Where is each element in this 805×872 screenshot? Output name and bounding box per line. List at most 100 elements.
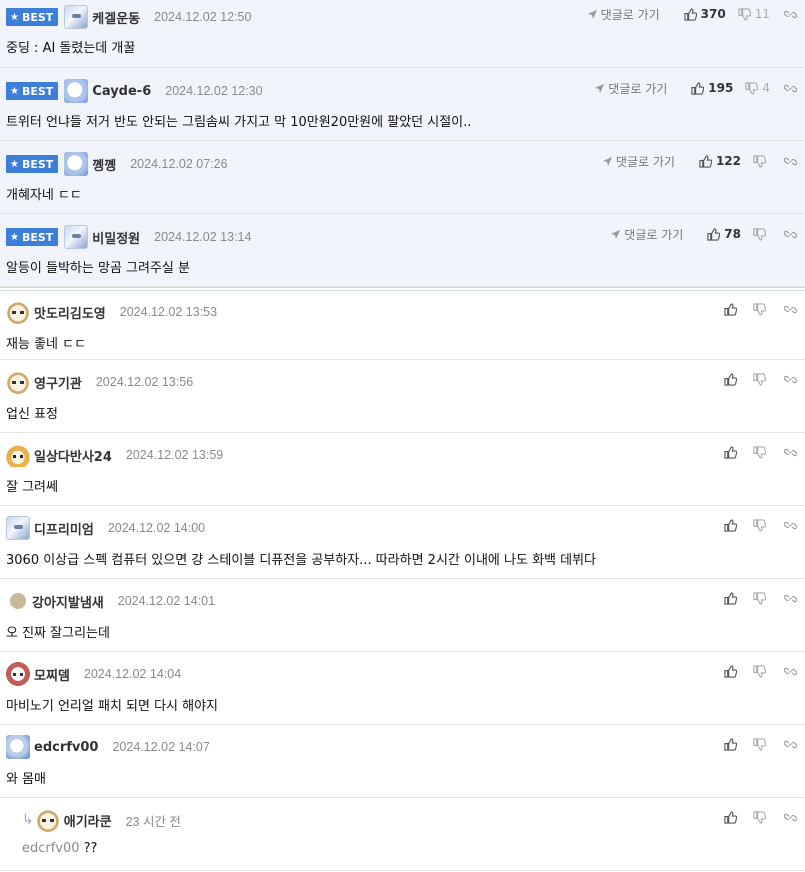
- fox-avatar[interactable]: [6, 443, 30, 467]
- comment-nickname[interactable]: 영구기관: [34, 373, 82, 392]
- share-link-button[interactable]: [784, 303, 797, 316]
- comment-text: 오 진짜 잘그리는데: [6, 626, 110, 641]
- goto-comment-link[interactable]: 댓글로 가기: [594, 80, 667, 97]
- comment-header: ★ BEST 케겔운동 2024.12.02 12:50: [6, 4, 251, 30]
- navigate-arrow-icon: [611, 229, 621, 239]
- comment-nickname[interactable]: 일상다반사24: [34, 446, 112, 465]
- link-icon: [784, 740, 797, 748]
- robot-avatar[interactable]: [64, 5, 89, 29]
- share-link-button[interactable]: [784, 155, 797, 168]
- upvote-button[interactable]: 122: [699, 154, 741, 168]
- comment-nickname[interactable]: 애기라쿤: [64, 811, 112, 830]
- upvote-button[interactable]: [724, 810, 741, 824]
- downvote-button[interactable]: [753, 154, 770, 168]
- link-icon: [784, 594, 797, 602]
- upvote-count: 122: [715, 154, 741, 168]
- downvote-button[interactable]: [753, 372, 770, 386]
- upvote-button[interactable]: [724, 664, 741, 678]
- comment: 디프리미엄 2024.12.02 14:00 3060 이상급 스펙 컴퓨터 있…: [0, 506, 805, 579]
- comment-nickname[interactable]: 강아지발냄새: [32, 592, 104, 611]
- upvote-button[interactable]: [724, 737, 741, 751]
- downvote-button[interactable]: [753, 737, 770, 751]
- goto-comment-link[interactable]: 댓글로 가기: [602, 153, 675, 170]
- share-link-button[interactable]: [784, 738, 797, 751]
- upvote-button[interactable]: 370: [684, 7, 726, 21]
- upvote-button[interactable]: [724, 518, 741, 532]
- star-icon: ★: [10, 85, 19, 97]
- comment-nickname[interactable]: edcrfv00: [34, 740, 98, 755]
- mention-link[interactable]: edcrfv00: [22, 841, 80, 856]
- upvote-button[interactable]: [724, 445, 741, 459]
- comment-nickname[interactable]: 비밀정원: [92, 228, 140, 247]
- downvote-button[interactable]: 4: [745, 81, 770, 95]
- dog-avatar[interactable]: [6, 662, 30, 686]
- puppy-avatar[interactable]: [35, 808, 60, 832]
- comment-text: 잘 그려쎄: [6, 480, 58, 495]
- downvote-button[interactable]: [753, 591, 770, 605]
- comment-actions: [712, 371, 797, 387]
- comment-text: edcrfv00??: [22, 841, 97, 856]
- comment-actions: 댓글로 가기 370 11: [587, 6, 797, 22]
- thumbs-up-icon: [724, 445, 737, 459]
- downvote-button[interactable]: [753, 227, 770, 241]
- downvote-button[interactable]: [753, 810, 770, 824]
- goto-comment-link[interactable]: 댓글로 가기: [587, 6, 660, 23]
- comment-nickname[interactable]: 모찌뎀: [34, 665, 70, 684]
- ghost-avatar[interactable]: [64, 152, 89, 176]
- comment-text: 재능 좋네 ㄷㄷ: [6, 337, 87, 352]
- comment-header: 모찌뎀 2024.12.02 14:04: [6, 661, 181, 687]
- share-link-button[interactable]: [784, 665, 797, 678]
- thumbs-up-icon: [684, 7, 697, 21]
- thumbs-down-icon: [753, 518, 766, 532]
- downvote-button[interactable]: 11: [738, 7, 770, 21]
- comment-date: 2024.12.02 07:26: [130, 157, 228, 171]
- comment-text: 와 몸매: [6, 772, 47, 787]
- comment-date: 2024.12.02 12:50: [154, 10, 252, 24]
- dot-avatar[interactable]: [10, 593, 26, 609]
- thumbs-down-icon: [753, 591, 766, 605]
- comment-header: edcrfv00 2024.12.02 14:07: [6, 734, 210, 760]
- ghost-avatar[interactable]: [64, 79, 89, 103]
- share-link-button[interactable]: [784, 8, 797, 21]
- share-link-button[interactable]: [784, 811, 797, 824]
- blue-avatar[interactable]: [6, 735, 30, 759]
- upvote-button[interactable]: [724, 591, 741, 605]
- upvote-button[interactable]: 78: [707, 227, 741, 241]
- comment-nickname[interactable]: Cayde-6: [92, 84, 151, 99]
- share-link-button[interactable]: [784, 446, 797, 459]
- share-link-button[interactable]: [784, 519, 797, 532]
- downvote-button[interactable]: [753, 518, 770, 532]
- upvote-button[interactable]: [724, 302, 741, 316]
- comment-date: 2024.12.02 13:59: [125, 448, 224, 462]
- robot-avatar[interactable]: [64, 225, 89, 249]
- robot-avatar[interactable]: [6, 516, 30, 540]
- share-link-button[interactable]: [784, 592, 797, 605]
- comment-header: 일상다반사24 2024.12.02 13:59: [6, 442, 223, 468]
- comment-date: 2024.12.02 14:00: [107, 521, 206, 535]
- comment-nickname[interactable]: 케겔운동: [92, 8, 140, 27]
- share-link-button[interactable]: [784, 373, 797, 386]
- puppy-avatar[interactable]: [6, 300, 30, 324]
- downvote-button[interactable]: [753, 445, 770, 459]
- downvote-button[interactable]: [753, 302, 770, 316]
- comment-actions: [712, 736, 797, 752]
- comment-actions: [712, 809, 797, 825]
- star-icon: ★: [10, 231, 19, 243]
- upvote-button[interactable]: 195: [691, 81, 733, 95]
- share-link-button[interactable]: [784, 82, 797, 95]
- comment-nickname[interactable]: 디프리미엄: [34, 519, 94, 538]
- upvote-button[interactable]: [724, 372, 741, 386]
- star-icon: ★: [10, 11, 19, 23]
- share-link-button[interactable]: [784, 228, 797, 241]
- comment-nickname[interactable]: 꼥꼥: [92, 155, 116, 174]
- downvote-count: 4: [762, 81, 770, 95]
- goto-comment-link[interactable]: 댓글로 가기: [610, 226, 683, 243]
- thumbs-up-icon: [724, 737, 737, 751]
- comment-actions: [712, 444, 797, 460]
- puppy-avatar[interactable]: [6, 370, 30, 394]
- comment-nickname[interactable]: 맛도리김도영: [34, 303, 106, 322]
- navigate-arrow-icon: [595, 83, 605, 93]
- link-icon: [784, 667, 797, 675]
- downvote-button[interactable]: [753, 664, 770, 678]
- comment-text: 개혜자네 ㄷㄷ: [6, 188, 82, 203]
